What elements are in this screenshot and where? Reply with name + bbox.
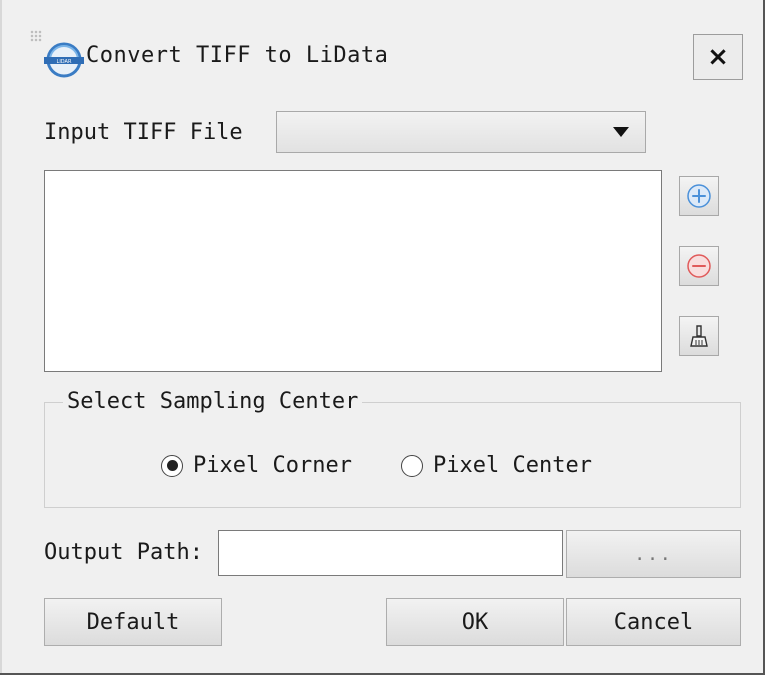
output-path-input[interactable] [218,530,563,576]
chevron-down-icon[interactable] [613,127,629,137]
close-button[interactable]: × [693,34,743,80]
svg-text:LIDAR: LIDAR [57,59,72,65]
title-bar: LIDAR Convert TIFF to LiData × [0,0,763,90]
convert-tiff-dialog: LIDAR Convert TIFF to LiData × Input TIF… [0,0,765,675]
sampling-center-title: Select Sampling Center [63,389,363,415]
lidata-app-logo-icon: LIDAR [44,42,84,78]
radio-indicator-checked[interactable] [161,454,183,477]
broom-icon [690,325,708,347]
clear-list-button[interactable] [679,316,719,356]
radio-pixel-corner[interactable]: Pixel Corner [161,453,352,478]
drag-grip-icon[interactable] [30,30,42,42]
cancel-button[interactable]: Cancel [566,598,741,646]
minus-circle-icon [687,254,711,278]
remove-file-button[interactable] [679,246,719,286]
output-path-label: Output Path: [44,540,203,565]
browse-button[interactable]: ... [566,530,741,578]
radio-indicator-unchecked[interactable] [401,454,423,477]
pixel-center-label: Pixel Center [433,453,592,478]
sampling-center-group: Select Sampling Center Pixel Corner Pixe… [44,389,741,508]
ok-button[interactable]: OK [386,598,564,646]
input-tiff-label: Input TIFF File [44,120,243,145]
add-file-button[interactable] [679,176,719,216]
pixel-corner-label: Pixel Corner [193,453,352,478]
input-tiff-combobox[interactable] [276,111,646,153]
tiff-file-list[interactable] [44,170,662,372]
window-title: Convert TIFF to LiData [86,43,389,68]
plus-circle-icon [687,184,711,208]
radio-pixel-center[interactable]: Pixel Center [401,453,592,478]
default-button[interactable]: Default [44,598,222,646]
